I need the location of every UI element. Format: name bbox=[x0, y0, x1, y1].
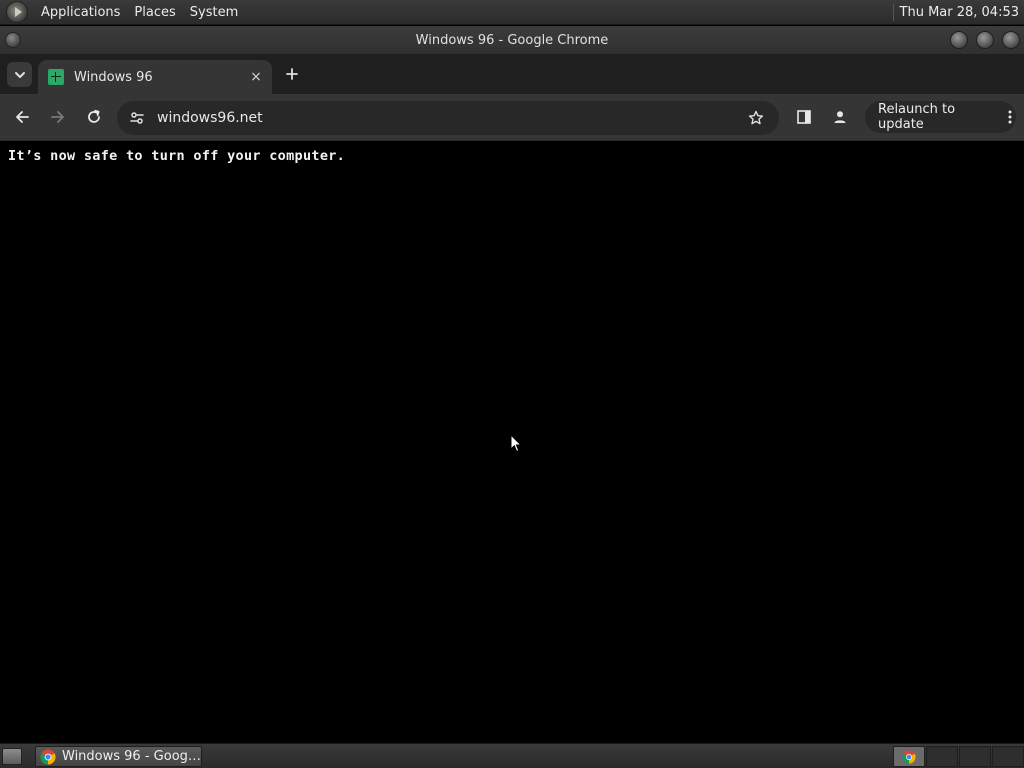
clock[interactable]: Thu Mar 28, 04:53 bbox=[900, 5, 1024, 20]
window-menu-button[interactable] bbox=[5, 32, 21, 48]
reload-icon bbox=[88, 109, 100, 123]
bottom-panel: Windows 96 - Goog… bbox=[0, 743, 1024, 768]
side-panel-button[interactable] bbox=[792, 105, 816, 129]
star-icon bbox=[748, 110, 764, 125]
top-panel: Applications Places System Thu Mar 28, 0… bbox=[0, 0, 1024, 25]
chevron-down-icon bbox=[14, 71, 25, 78]
relaunch-to-update-button[interactable]: Relaunch to update bbox=[865, 101, 1016, 133]
panel-separator bbox=[892, 3, 894, 21]
show-desktop-button[interactable] bbox=[2, 748, 22, 765]
bookmark-button[interactable] bbox=[745, 107, 767, 129]
workspace-1[interactable] bbox=[893, 746, 925, 767]
maximize-button[interactable] bbox=[976, 31, 994, 49]
menu-places[interactable]: Places bbox=[127, 5, 182, 20]
minimize-button[interactable] bbox=[950, 31, 968, 49]
windows96-favicon-icon bbox=[48, 69, 64, 85]
tab-title: Windows 96 bbox=[74, 69, 153, 85]
menu-applications[interactable]: Applications bbox=[34, 5, 127, 20]
window-controls bbox=[950, 31, 1020, 49]
profile-button[interactable] bbox=[828, 105, 852, 129]
taskbar-window-button[interactable]: Windows 96 - Goog… bbox=[35, 746, 202, 767]
workspace-3[interactable] bbox=[959, 746, 991, 767]
tab-strip: Windows 96 × bbox=[0, 54, 1024, 94]
person-icon bbox=[834, 111, 846, 123]
workspace-4[interactable] bbox=[992, 746, 1024, 767]
tune-icon bbox=[130, 112, 144, 124]
chrome-icon bbox=[902, 749, 916, 764]
new-tab-button[interactable] bbox=[281, 63, 303, 85]
reload-button[interactable] bbox=[82, 105, 106, 129]
tab-close-icon[interactable]: × bbox=[246, 69, 266, 85]
site-info-button[interactable] bbox=[126, 107, 148, 129]
plus-icon bbox=[286, 68, 298, 80]
mouse-cursor-icon bbox=[510, 434, 522, 452]
window-title: Windows 96 - Google Chrome bbox=[415, 32, 609, 48]
url-text[interactable]: windows96.net bbox=[157, 110, 745, 126]
shutdown-message: It’s now safe to turn off your computer. bbox=[8, 148, 346, 164]
relaunch-label: Relaunch to update bbox=[878, 102, 956, 132]
close-window-button[interactable] bbox=[1002, 31, 1020, 49]
omnibox[interactable]: windows96.net bbox=[117, 101, 779, 135]
side-panel-icon bbox=[797, 110, 811, 124]
window-titlebar[interactable]: Windows 96 - Google Chrome bbox=[0, 26, 1024, 54]
forward-button[interactable] bbox=[46, 105, 70, 129]
taskbar-window-label: Windows 96 - Goog… bbox=[62, 749, 201, 764]
browser-toolbar: windows96.net Relaunch to update bbox=[0, 94, 1024, 141]
menu-system[interactable]: System bbox=[183, 5, 245, 20]
workspace-2[interactable] bbox=[926, 746, 958, 767]
arrow-right-icon bbox=[51, 111, 64, 123]
main-menu-logo-icon[interactable] bbox=[6, 1, 28, 23]
tab-windows96[interactable]: Windows 96 × bbox=[38, 60, 272, 94]
back-button[interactable] bbox=[10, 105, 34, 129]
chrome-icon bbox=[40, 749, 56, 764]
page-viewport[interactable]: It’s now safe to turn off your computer. bbox=[0, 142, 1024, 743]
arrow-left-icon bbox=[16, 111, 29, 123]
more-menu-icon[interactable] bbox=[1003, 110, 1016, 124]
tab-search-button[interactable] bbox=[7, 62, 32, 87]
